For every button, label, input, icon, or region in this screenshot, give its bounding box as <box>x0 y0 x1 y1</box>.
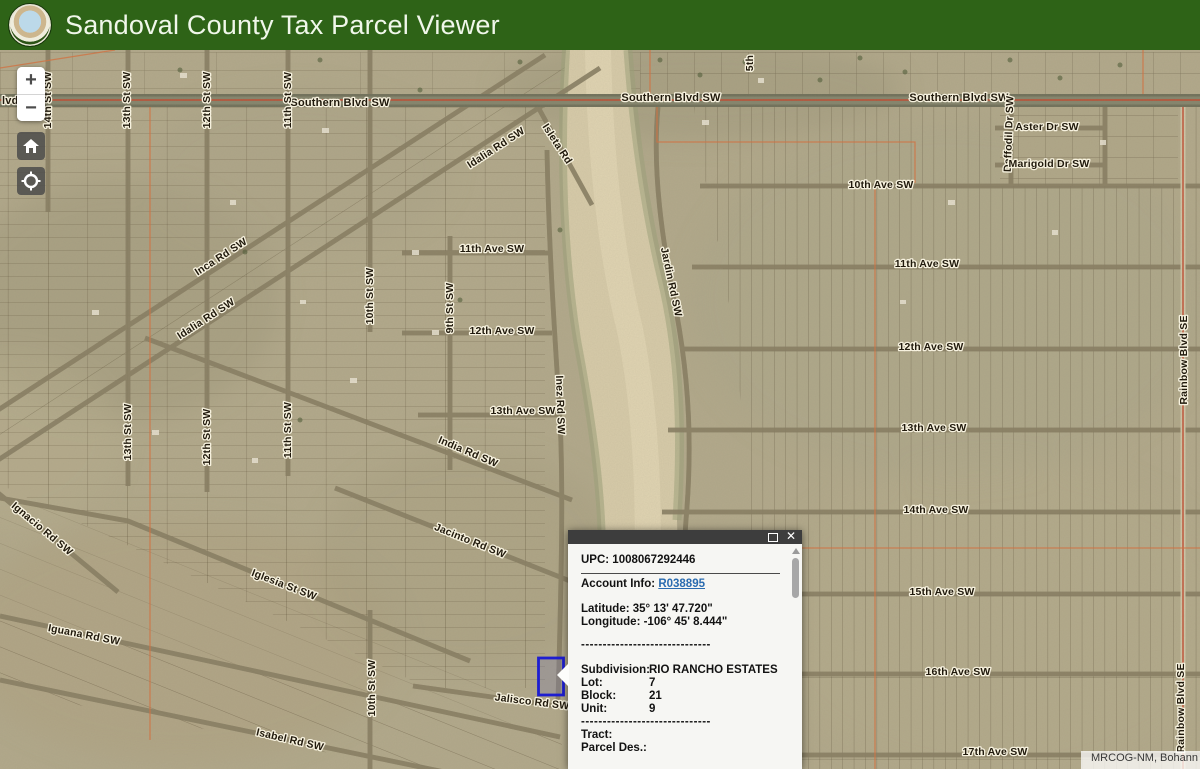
zoom-out-button[interactable]: − <box>17 94 45 121</box>
svg-text:12th St SW: 12th St SW <box>201 409 213 466</box>
maximize-icon[interactable] <box>768 533 778 542</box>
svg-text:10th St SW: 10th St SW <box>366 660 378 717</box>
home-icon <box>22 138 40 154</box>
account-info-row: Account Info: R038895 <box>581 578 780 591</box>
latitude-value: Latitude: 35° 13' 47.720" <box>581 603 780 616</box>
page-title: Sandoval County Tax Parcel Viewer <box>65 10 500 41</box>
zoom-in-button[interactable]: + <box>17 67 45 94</box>
svg-text:13th St SW: 13th St SW <box>121 72 133 129</box>
svg-text:Rainbow Blvd SE: Rainbow Blvd SE <box>1178 315 1190 404</box>
svg-text:16th Ave SW: 16th Ave SW <box>925 666 990 678</box>
close-icon[interactable]: ✕ <box>786 529 796 543</box>
svg-text:Marigold Dr SW: Marigold Dr SW <box>1009 158 1090 170</box>
scrollbar-thumb[interactable] <box>792 558 799 598</box>
svg-text:10th Ave SW: 10th Ave SW <box>848 179 913 191</box>
svg-text:11th St SW: 11th St SW <box>282 72 294 128</box>
svg-text:15th Ave SW: 15th Ave SW <box>909 586 974 598</box>
divider-line <box>581 573 780 574</box>
svg-text:Southern Blvd SW: Southern Blvd SW <box>290 97 390 109</box>
home-button[interactable] <box>17 132 45 160</box>
locate-button[interactable] <box>17 167 45 195</box>
svg-text:9th St SW: 9th St SW <box>444 283 456 334</box>
svg-text:10th St SW: 10th St SW <box>364 268 376 325</box>
svg-text:13th Ave SW: 13th Ave SW <box>901 422 966 434</box>
svg-text:12th Ave SW: 12th Ave SW <box>469 325 534 337</box>
unit-row: Unit:9 <box>581 703 780 716</box>
popup-tail <box>557 663 569 687</box>
svg-text:Rainbow Blvd SE: Rainbow Blvd SE <box>1175 663 1187 752</box>
svg-text:14th Ave SW: 14th Ave SW <box>903 504 968 516</box>
svg-text:Southern Blvd SW: Southern Blvd SW <box>621 92 721 104</box>
scroll-up-arrow[interactable] <box>792 548 800 554</box>
tract-row: Tract: <box>581 729 780 742</box>
svg-text:13th St SW: 13th St SW <box>122 404 134 461</box>
map-attribution: MRCOG-NM, Bohann <box>1081 751 1200 769</box>
zoom-control: + − <box>17 67 45 121</box>
lot-row: Lot:7 <box>581 677 780 690</box>
block-row: Block:21 <box>581 690 780 703</box>
upc-value: UPC: 1008067292446 <box>581 554 780 567</box>
svg-text:Aster Dr SW: Aster Dr SW <box>1015 121 1078 133</box>
svg-text:17th Ave SW: 17th Ave SW <box>962 746 1027 758</box>
svg-text:13th Ave SW: 13th Ave SW <box>490 405 555 417</box>
svg-text:Inez Rd SW: Inez Rd SW <box>553 375 567 435</box>
account-link[interactable]: R038895 <box>658 578 705 590</box>
svg-text:5th: 5th <box>744 55 756 71</box>
parcel-des-row: Parcel Des.: <box>581 742 780 755</box>
dashed-divider: ------------------------------ <box>581 716 780 729</box>
subdivision-row: Subdivision:RIO RANCHO ESTATES <box>581 664 780 677</box>
locate-icon <box>21 171 41 191</box>
county-seal-logo <box>8 3 52 47</box>
app-header: Sandoval County Tax Parcel Viewer <box>0 0 1200 50</box>
longitude-value: Longitude: -106° 45' 8.444" <box>581 616 780 629</box>
svg-text:12th St SW: 12th St SW <box>201 72 213 129</box>
dashed-divider: ------------------------------ <box>581 639 780 652</box>
popup-titlebar: ✕ <box>568 530 802 544</box>
svg-text:12th Ave SW: 12th Ave SW <box>898 341 963 353</box>
popup-scrollbar <box>791 548 800 766</box>
svg-text:11th Ave SW: 11th Ave SW <box>460 243 524 255</box>
svg-text:Southern Blvd SW: Southern Blvd SW <box>909 92 1009 104</box>
svg-text:11th St SW: 11th St SW <box>282 402 294 458</box>
parcel-info-popup: ✕ UPC: 1008067292446 Account Info: R0388… <box>568 530 802 769</box>
popup-body: UPC: 1008067292446 Account Info: R038895… <box>568 544 802 755</box>
svg-text:11th Ave SW: 11th Ave SW <box>895 258 959 270</box>
